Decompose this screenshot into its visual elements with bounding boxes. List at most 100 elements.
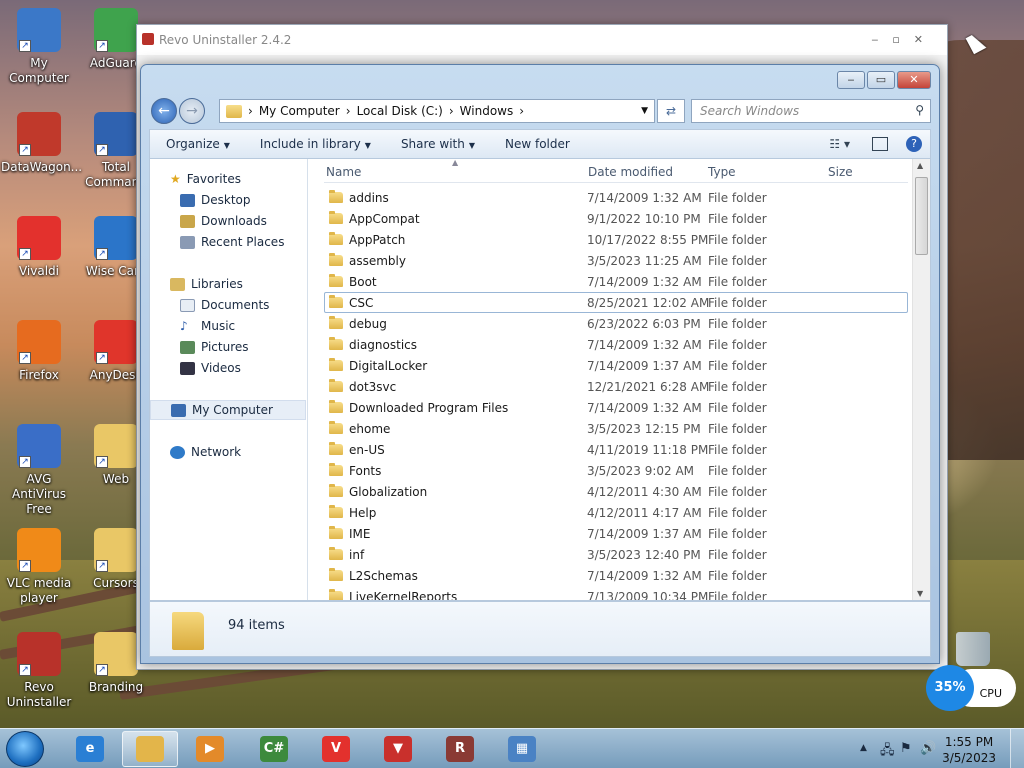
taskbar-app-button[interactable]: ▦ bbox=[494, 731, 550, 767]
desktop-icon-item[interactable]: ↗ Vivaldi bbox=[1, 216, 77, 279]
help-icon[interactable]: ? bbox=[906, 136, 922, 152]
file-row[interactable]: AppCompat 9/1/2022 10:10 PM File folder bbox=[324, 208, 908, 229]
file-row[interactable]: Boot 7/14/2009 1:32 AM File folder bbox=[324, 271, 908, 292]
file-row[interactable]: LiveKernelReports 7/13/2009 10:34 PM File … bbox=[324, 586, 908, 600]
breadcrumb-local-disk[interactable]: Local Disk (C:) bbox=[357, 104, 443, 118]
scrollbar-thumb[interactable] bbox=[915, 177, 928, 255]
file-row[interactable]: IME 7/14/2009 1:37 AM File folder bbox=[324, 523, 908, 544]
taskbar-app-button[interactable]: e bbox=[62, 731, 118, 767]
taskbar-app-button[interactable]: ▼ bbox=[370, 731, 426, 767]
file-row[interactable]: en-US 4/11/2019 11:18 PM File folder bbox=[324, 439, 908, 460]
file-name: Globalization bbox=[349, 485, 428, 499]
desktop-icon-item[interactable]: ↗ My Computer bbox=[1, 8, 77, 86]
forward-button[interactable]: → bbox=[179, 98, 205, 124]
new-folder-button[interactable]: New folder bbox=[505, 137, 570, 151]
column-type[interactable]: Type bbox=[708, 165, 736, 179]
system-tray: ▲ 🖧 ⚑ 🔊 1:55 PM 3/5/2023 bbox=[834, 729, 1024, 768]
nav-documents[interactable]: Documents bbox=[180, 295, 269, 315]
clock[interactable]: 1:55 PM 3/5/2023 bbox=[942, 734, 996, 766]
file-name: AppCompat bbox=[349, 212, 420, 226]
file-row[interactable]: addins 7/14/2009 1:32 AM File folder bbox=[324, 187, 908, 208]
search-input[interactable]: Search Windows ⚲ bbox=[691, 99, 931, 123]
desktop-icon-item[interactable]: ↗ DataWagon... bbox=[1, 112, 82, 175]
taskbar-app-button[interactable]: V bbox=[308, 731, 364, 767]
file-row[interactable]: AppPatch 10/17/2022 8:55 PM File folder bbox=[324, 229, 908, 250]
address-bar[interactable]: › My Computer › Local Disk (C:) › Window… bbox=[219, 99, 655, 123]
desktop-icon-item[interactable]: ↗ AVG AntiVirus Free bbox=[1, 424, 77, 517]
explorer-window[interactable]: ‒ ▭ ✕ ← → › My Computer › Local Disk (C:… bbox=[140, 64, 940, 664]
window-controls: ‒ ▭ ✕ bbox=[837, 71, 931, 89]
scroll-up-icon[interactable]: ▲ bbox=[917, 161, 923, 170]
file-row[interactable]: inf 3/5/2023 12:40 PM File folder bbox=[324, 544, 908, 565]
taskbar-app-button[interactable] bbox=[122, 731, 178, 767]
file-row[interactable]: Help 4/12/2011 4:17 AM File folder bbox=[324, 502, 908, 523]
folder-icon bbox=[329, 358, 343, 371]
desktop-icon-item[interactable]: ↗ VLC media player bbox=[1, 528, 77, 606]
taskbar-app-button[interactable]: R bbox=[432, 731, 488, 767]
taskbar-app-button[interactable]: C# bbox=[246, 731, 302, 767]
file-type: File folder bbox=[708, 254, 767, 268]
nav-music[interactable]: ♪ Music bbox=[180, 316, 235, 336]
folder-icon bbox=[329, 211, 343, 224]
nav-downloads[interactable]: Downloads bbox=[180, 211, 267, 231]
address-dropdown-icon[interactable]: ▼ bbox=[641, 106, 648, 116]
network-tray-icon[interactable]: 🖧 bbox=[880, 741, 895, 763]
vivaldi-icon: V bbox=[322, 736, 350, 762]
start-button[interactable] bbox=[6, 731, 44, 767]
breadcrumb-my-computer[interactable]: My Computer bbox=[259, 104, 340, 118]
nav-desktop[interactable]: Desktop bbox=[180, 190, 251, 210]
action-center-flag-icon[interactable]: ⚑ bbox=[900, 741, 912, 756]
show-hidden-icons-icon[interactable]: ▲ bbox=[860, 743, 867, 753]
file-row[interactable]: Downloaded Program Files 7/14/2009 1:32 A… bbox=[324, 397, 908, 418]
revo-title-bar[interactable]: Revo Uninstaller 2.4.2 ‒▫✕ bbox=[137, 25, 947, 55]
back-button[interactable]: ← bbox=[151, 98, 177, 124]
desktop-icon-item[interactable]: ↗ Revo Uninstaller bbox=[1, 632, 77, 710]
nav-videos[interactable]: Videos bbox=[180, 358, 241, 378]
folder-icon bbox=[329, 526, 343, 539]
file-row[interactable]: debug 6/23/2022 6:03 PM File folder bbox=[324, 313, 908, 334]
show-desktop-button[interactable] bbox=[1010, 729, 1024, 768]
file-row[interactable]: ehome 3/5/2023 12:15 PM File folder bbox=[324, 418, 908, 439]
nav-recent-places[interactable]: Recent Places bbox=[180, 232, 284, 252]
refresh-button[interactable]: ⇄ bbox=[657, 99, 685, 123]
column-size[interactable]: Size bbox=[828, 165, 853, 179]
recycle-bin-icon[interactable] bbox=[956, 632, 990, 666]
datawagon-icon: ↗ bbox=[17, 112, 61, 156]
taskbar-app-button[interactable]: ▶ bbox=[182, 731, 238, 767]
desktop-icon-item[interactable]: ↗ Firefox bbox=[1, 320, 77, 383]
revo-window-controls[interactable]: ‒▫✕ bbox=[871, 33, 937, 46]
search-icon[interactable]: ⚲ bbox=[915, 103, 924, 117]
nav-libraries[interactable]: Libraries bbox=[170, 274, 243, 294]
include-in-library-button[interactable]: Include in library ▼ bbox=[260, 137, 371, 151]
anydesk-icon: ↗ bbox=[94, 320, 138, 364]
file-date: 8/25/2021 12:02 AM bbox=[587, 296, 710, 310]
file-row[interactable]: Globalization 4/12/2011 4:30 AM File folde… bbox=[324, 481, 908, 502]
view-options-icon[interactable]: ☷ ▾ bbox=[829, 137, 850, 151]
file-row[interactable]: Fonts 3/5/2023 9:02 AM File folder bbox=[324, 460, 908, 481]
file-row[interactable]: DigitalLocker 7/14/2009 1:37 AM File folde… bbox=[324, 355, 908, 376]
nav-my-computer[interactable]: My Computer bbox=[150, 400, 306, 420]
file-row[interactable]: CSC 8/25/2021 12:02 AM File folder bbox=[324, 292, 908, 313]
scroll-down-icon[interactable]: ▼ bbox=[917, 589, 923, 598]
close-button[interactable]: ✕ bbox=[897, 71, 931, 89]
nav-network[interactable]: Network bbox=[170, 442, 241, 462]
nav-videos-label: Videos bbox=[201, 361, 241, 375]
share-with-button[interactable]: Share with ▼ bbox=[401, 137, 475, 151]
organize-button[interactable]: Organize ▼ bbox=[166, 137, 230, 151]
cpu-widget[interactable]: 35% CPU bbox=[926, 665, 1018, 711]
column-name[interactable]: Name bbox=[326, 165, 361, 179]
nav-favorites[interactable]: ★ Favorites bbox=[170, 169, 241, 189]
volume-icon[interactable]: 🔊 bbox=[920, 741, 936, 756]
maximize-button[interactable]: ▭ bbox=[867, 71, 895, 89]
file-row[interactable]: assembly 3/5/2023 11:25 AM File folder bbox=[324, 250, 908, 271]
file-row[interactable]: diagnostics 7/14/2009 1:32 AM File folder bbox=[324, 334, 908, 355]
vivaldi-icon: ↗ bbox=[17, 216, 61, 260]
preview-pane-icon[interactable] bbox=[872, 137, 888, 151]
breadcrumb-windows[interactable]: Windows bbox=[460, 104, 514, 118]
vertical-scrollbar[interactable]: ▲ ▼ bbox=[912, 159, 930, 600]
file-row[interactable]: dot3svc 12/21/2021 6:28 AM File folder bbox=[324, 376, 908, 397]
column-date-modified[interactable]: Date modified bbox=[588, 165, 673, 179]
file-row[interactable]: L2Schemas 7/14/2009 1:32 AM File folder bbox=[324, 565, 908, 586]
nav-pictures[interactable]: Pictures bbox=[180, 337, 249, 357]
minimize-button[interactable]: ‒ bbox=[837, 71, 865, 89]
